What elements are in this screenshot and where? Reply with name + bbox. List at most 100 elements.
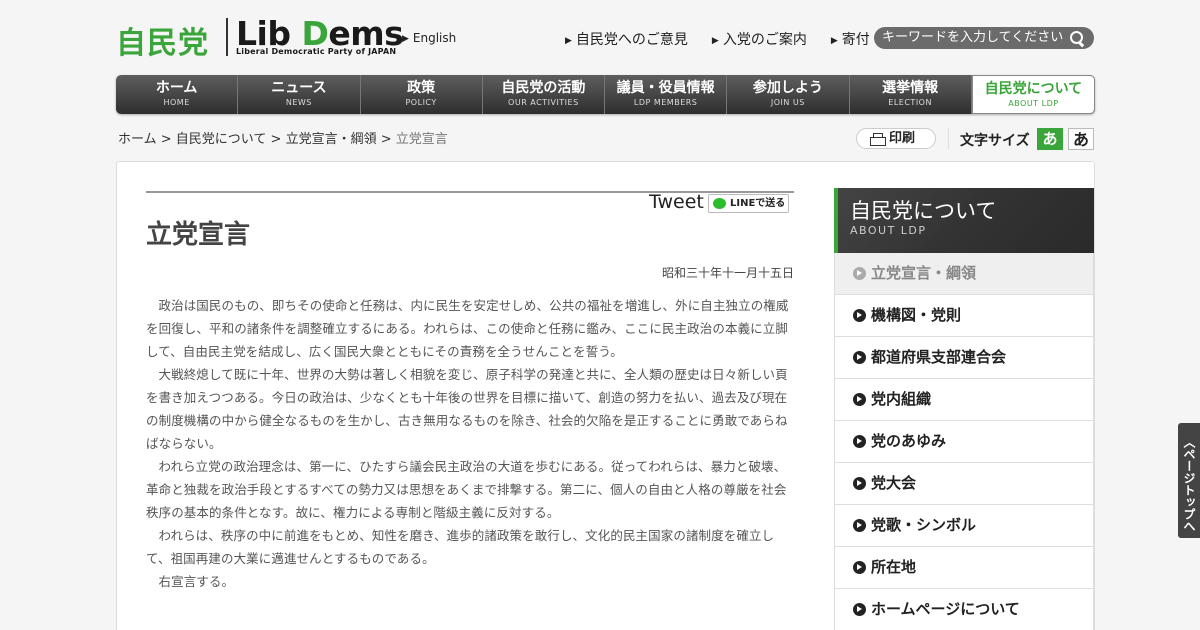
logo-subtitle: Liberal Democratic Party of JAPAN [236, 47, 397, 56]
print-label: 印刷 [889, 131, 916, 146]
page-top-label: ページトップへ [1182, 447, 1196, 532]
nav-label: ホーム [155, 80, 198, 96]
article-paragraph: 大戦終熄して既に十年、世界の大勢は著しく相貌を変じ、原子科学の発達と共に、全人類… [146, 367, 788, 451]
sidebar-item-symbol[interactable]: 党歌・シンボル [834, 505, 1094, 547]
nav-label: 自民党の活動 [501, 80, 586, 96]
nav-label: 議員・役員情報 [616, 80, 715, 96]
page-title: 立党宣言 [146, 220, 251, 250]
nav-label: ニュース [271, 80, 327, 96]
sidebar-item-convention[interactable]: 党大会 [834, 463, 1094, 505]
opinion-link[interactable]: ▶ 自民党へのご意見 [565, 29, 688, 49]
breadcrumb-current: 立党宣言 [395, 132, 448, 147]
sidebar-menu: 立党宣言・綱領 機構図・党則 都道府県支部連合会 党内組織 党のあゆみ 党大会 … [834, 253, 1094, 630]
nav-activities[interactable]: 自民党の活動 OUR ACTIVITIES [483, 75, 605, 114]
nav-sublabel: OUR ACTIVITIES [508, 98, 579, 107]
arrow-right-circle-icon [853, 435, 866, 448]
arrow-right-circle-icon [853, 519, 866, 532]
triangle-right-icon: ▶ [830, 36, 838, 46]
printer-icon [870, 133, 886, 146]
line-share-label: LINEで送る [730, 198, 786, 209]
nav-label: 政策 [407, 80, 436, 96]
sidebar-title: 自民党について [850, 199, 997, 223]
nav-sublabel: JOIN US [770, 98, 805, 107]
declaration-date: 昭和三十年十一月十五日 [661, 266, 794, 280]
nav-members[interactable]: 議員・役員情報 LDP MEMBERS [605, 75, 728, 114]
nav-sublabel: NEWS [285, 98, 312, 107]
sidebar-item-location[interactable]: 所在地 [834, 547, 1094, 589]
breadcrumb: ホーム > 自民党について > 立党宣言・綱領 > 立党宣言 [118, 128, 448, 147]
sidebar-subtitle: ABOUT LDP [850, 224, 927, 237]
logo-divider [226, 18, 228, 56]
donation-link[interactable]: ▶ 寄付 [831, 29, 870, 49]
nav-label: 参加しよう [752, 80, 823, 96]
sidebar-item-internal[interactable]: 党内組織 [834, 379, 1094, 421]
donation-link-label: 寄付 [841, 32, 870, 48]
sidebar-item-label: 立党宣言・綱領 [871, 264, 977, 282]
sidebar-item-label: 党歌・シンボル [871, 516, 977, 534]
article-paragraph: 右宣言する。 [158, 574, 235, 589]
sidebar-item-label: 所在地 [871, 558, 917, 576]
nav-sublabel: LDP MEMBERS [633, 98, 698, 107]
arrow-right-circle-icon [853, 477, 866, 490]
tweet-button[interactable]: Tweet [649, 191, 704, 213]
breadcrumb-home[interactable]: ホーム [118, 132, 157, 147]
print-button[interactable]: 印刷 [856, 128, 936, 149]
sidebar-item-organization[interactable]: 機構図・党則 [834, 295, 1094, 337]
nav-sublabel: ELECTION [888, 98, 932, 107]
chevron-up-icon: ︿ [1182, 435, 1196, 448]
nav-sublabel: HOME [163, 98, 190, 107]
nav-label: 自民党について [984, 81, 1083, 97]
nav-label: 選挙情報 [882, 80, 939, 96]
line-icon [713, 198, 726, 209]
search-input[interactable]: キーワードを入力してください [874, 27, 1094, 49]
nav-policy[interactable]: 政策 POLICY [361, 75, 483, 114]
arrow-right-circle-icon [853, 267, 866, 280]
sidebar-item-label: 都道府県支部連合会 [871, 348, 1007, 366]
join-party-link-label: 入党のご案内 [722, 32, 807, 48]
article-paragraph: われらは、秩序の中に前進をもとめ、知性を磨き、進歩的諸政策を敢行し、文化的民主国… [146, 528, 775, 566]
triangle-right-icon: ▶ [711, 36, 719, 46]
nav-election[interactable]: 選挙情報 ELECTION [850, 75, 972, 114]
nav-news[interactable]: ニュース NEWS [238, 75, 361, 114]
sidebar-item-label: 党内組織 [871, 390, 932, 408]
search-placeholder: キーワードを入力してください [882, 30, 1064, 45]
opinion-link-label: 自民党へのご意見 [575, 32, 688, 48]
logo-jp[interactable]: 自民党 [116, 18, 209, 62]
breadcrumb-sep: > [156, 132, 176, 147]
article-body: 政治は国民のもの、即ちその使命と任務は、内に民生を安定せしめ、公共の福祉を増進し… [146, 294, 794, 593]
divider [948, 128, 949, 149]
sidebar-item-label: 機構図・党則 [871, 306, 962, 324]
arrow-right-circle-icon [853, 603, 866, 616]
nav-sublabel: POLICY [405, 98, 437, 107]
sidebar-item-history[interactable]: 党のあゆみ [834, 421, 1094, 463]
breadcrumb-sep: > [376, 132, 396, 147]
sidebar-item-label: 党のあゆみ [871, 432, 947, 450]
nav-home[interactable]: ホーム HOME [116, 75, 239, 114]
arrow-right-circle-icon [853, 561, 866, 574]
font-size-large-button[interactable]: あ [1068, 128, 1094, 150]
line-share-button[interactable]: LINEで送る [708, 194, 789, 213]
sidebar-header: 自民党について ABOUT LDP [834, 188, 1094, 253]
sidebar-item-declaration[interactable]: 立党宣言・綱領 [834, 253, 1094, 295]
arrow-right-circle-icon [853, 309, 866, 322]
sidebar-item-prefectures[interactable]: 都道府県支部連合会 [834, 337, 1094, 379]
article-paragraph: われら立党の政治理念は、第一に、ひたすら議会民主政治の大道を歩むにある。従ってわ… [146, 459, 787, 520]
breadcrumb-sep: > [266, 132, 286, 147]
nav-join[interactable]: 参加しよう JOIN US [727, 75, 850, 114]
nav-sublabel: ABOUT LDP [1008, 99, 1059, 108]
font-size-label: 文字サイズ [960, 133, 1030, 149]
sidebar-item-about-site[interactable]: ホームページについて [834, 589, 1094, 630]
sidebar-item-label: 党大会 [871, 474, 917, 492]
page-top-button[interactable]: ︿ページトップへ [1178, 423, 1200, 538]
nav-about[interactable]: 自民党について ABOUT LDP [971, 75, 1095, 114]
search-icon[interactable] [1070, 31, 1085, 46]
english-link[interactable]: ▶ English [402, 31, 456, 45]
triangle-right-icon: ▶ [402, 34, 409, 44]
font-size-small-button[interactable]: あ [1037, 128, 1063, 150]
english-link-label: English [412, 31, 457, 45]
join-party-link[interactable]: ▶ 入党のご案内 [712, 29, 807, 49]
sidebar-item-label: ホームページについて [871, 600, 1020, 618]
triangle-right-icon: ▶ [565, 36, 572, 46]
breadcrumb-about[interactable]: 自民党について [176, 132, 267, 147]
breadcrumb-declaration-platform[interactable]: 立党宣言・綱領 [286, 132, 377, 147]
